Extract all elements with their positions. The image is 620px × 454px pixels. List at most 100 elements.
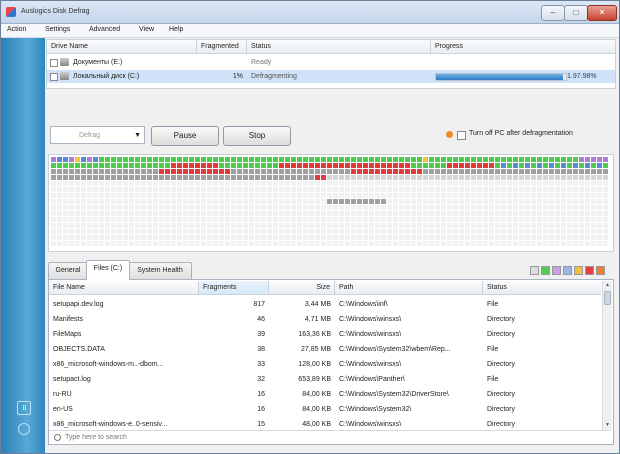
cluster-block bbox=[117, 193, 122, 198]
cluster-block bbox=[243, 163, 248, 168]
cluster-block bbox=[423, 217, 428, 222]
menu-view[interactable]: View bbox=[139, 26, 154, 33]
cluster-block bbox=[315, 229, 320, 234]
cluster-block bbox=[513, 157, 518, 162]
cluster-block bbox=[399, 169, 404, 174]
cluster-block bbox=[411, 175, 416, 180]
cluster-block bbox=[219, 181, 224, 186]
close-button[interactable]: ✕ bbox=[587, 5, 617, 21]
menu-bar: Action Settings Advanced View Help bbox=[1, 24, 619, 38]
cluster-block bbox=[171, 211, 176, 216]
cluster-block bbox=[87, 205, 92, 210]
cluster-block bbox=[591, 205, 596, 210]
minimize-button[interactable]: – bbox=[541, 5, 565, 21]
cluster-block bbox=[111, 175, 116, 180]
cluster-block bbox=[225, 199, 230, 204]
stop-button[interactable]: Stop bbox=[223, 126, 291, 146]
cluster-block bbox=[381, 187, 386, 192]
cluster-block bbox=[309, 163, 314, 168]
cluster-block bbox=[429, 175, 434, 180]
drive-checkbox[interactable] bbox=[50, 73, 58, 81]
cluster-block bbox=[213, 157, 218, 162]
cluster-block bbox=[225, 235, 230, 240]
cluster-block bbox=[183, 175, 188, 180]
vertical-scrollbar[interactable]: ▲ ▼ bbox=[602, 281, 612, 430]
cluster-block bbox=[261, 157, 266, 162]
menu-advanced[interactable]: Advanced bbox=[89, 26, 120, 33]
col-fragments[interactable]: Fragments bbox=[199, 281, 269, 295]
scroll-up-icon[interactable]: ▲ bbox=[603, 281, 612, 290]
drive-row[interactable]: Документы (E:) Ready bbox=[47, 56, 615, 69]
file-row[interactable]: FileMaps 39 163,36 KB C:\Windows\winsxs\ Dir… bbox=[49, 327, 601, 342]
cluster-block bbox=[405, 187, 410, 192]
scroll-thumb[interactable] bbox=[604, 291, 611, 305]
settings-side-icon[interactable] bbox=[18, 423, 30, 435]
pause-side-icon[interactable]: ॥ bbox=[17, 401, 31, 415]
pause-button[interactable]: Pause bbox=[151, 126, 219, 146]
menu-action[interactable]: Action bbox=[7, 26, 26, 33]
tab-files[interactable]: Files (C:) bbox=[86, 260, 130, 280]
cluster-block bbox=[51, 169, 56, 174]
file-row[interactable]: en-US 16 84,00 KB C:\Windows\System32\ Direc… bbox=[49, 402, 601, 417]
cluster-block bbox=[63, 169, 68, 174]
file-path: C:\Windows\inf\ bbox=[339, 301, 388, 308]
file-row[interactable]: ru-RU 16 84,00 KB C:\Windows\System32\Drive… bbox=[49, 387, 601, 402]
col-size[interactable]: Size bbox=[269, 281, 335, 295]
search-input[interactable] bbox=[65, 432, 365, 442]
cluster-block bbox=[207, 211, 212, 216]
col-fragmented[interactable]: Fragmented bbox=[197, 40, 247, 54]
file-row[interactable]: setupapi.dev.log 817 3,44 MB C:\Windows\inf… bbox=[49, 297, 601, 312]
col-drive-name[interactable]: Drive Name bbox=[47, 40, 197, 54]
cluster-block bbox=[135, 157, 140, 162]
cluster-block bbox=[531, 163, 536, 168]
col-status[interactable]: Status bbox=[483, 281, 601, 295]
cluster-block bbox=[75, 193, 80, 198]
cluster-block bbox=[309, 241, 314, 246]
cluster-block bbox=[99, 223, 104, 228]
cluster-block bbox=[249, 205, 254, 210]
drive-row-selected[interactable]: Локальный диск (C:) 1% Defragmenting 1.9… bbox=[47, 70, 615, 83]
menu-help[interactable]: Help bbox=[169, 26, 183, 33]
turnoff-checkbox[interactable] bbox=[457, 131, 466, 140]
cluster-block bbox=[333, 175, 338, 180]
file-row[interactable]: setupact.log 32 653,89 KB C:\Windows\Panthe… bbox=[49, 372, 601, 387]
cluster-block bbox=[291, 217, 296, 222]
cluster-block bbox=[249, 169, 254, 174]
cluster-block bbox=[105, 211, 110, 216]
cluster-block bbox=[333, 163, 338, 168]
cluster-block bbox=[195, 193, 200, 198]
cluster-block bbox=[303, 181, 308, 186]
cluster-block bbox=[237, 205, 242, 210]
drive-checkbox[interactable] bbox=[50, 59, 58, 67]
file-row[interactable]: x86_microsoft-windows-m..-dbom... 33 128,0… bbox=[49, 357, 601, 372]
cluster-block bbox=[543, 175, 548, 180]
file-row[interactable]: OBJECTS.DATA 38 27,85 MB C:\Windows\System3… bbox=[49, 342, 601, 357]
cluster-block bbox=[165, 181, 170, 186]
file-row[interactable]: Manifests 46 4,71 MB C:\Windows\winsxs\ Dire… bbox=[49, 312, 601, 327]
cluster-block bbox=[555, 163, 560, 168]
tab-general[interactable]: General bbox=[48, 262, 88, 279]
cluster-block bbox=[399, 205, 404, 210]
col-path[interactable]: Path bbox=[335, 281, 483, 295]
cluster-block bbox=[537, 181, 542, 186]
scroll-down-icon[interactable]: ▼ bbox=[603, 421, 612, 430]
cluster-block bbox=[567, 223, 572, 228]
cluster-block bbox=[297, 211, 302, 216]
cluster-block bbox=[51, 163, 56, 168]
col-file-name[interactable]: File Name bbox=[49, 281, 199, 295]
cluster-block bbox=[327, 193, 332, 198]
chevron-down-icon[interactable]: ▼ bbox=[134, 127, 141, 145]
action-combo[interactable]: Defrag ▼ bbox=[50, 126, 145, 144]
menu-settings[interactable]: Settings bbox=[45, 26, 70, 33]
col-progress[interactable]: Progress bbox=[431, 40, 615, 54]
cluster-block bbox=[135, 181, 140, 186]
cluster-block bbox=[153, 199, 158, 204]
tab-system-health[interactable]: System Health bbox=[128, 262, 192, 279]
cluster-block bbox=[279, 235, 284, 240]
col-status[interactable]: Status bbox=[247, 40, 431, 54]
cluster-block bbox=[579, 175, 584, 180]
turnoff-label[interactable]: Turn off PC after defragmentation bbox=[469, 130, 573, 137]
maximize-button[interactable]: □ bbox=[564, 5, 588, 21]
cluster-block bbox=[249, 217, 254, 222]
cluster-block bbox=[465, 241, 470, 246]
